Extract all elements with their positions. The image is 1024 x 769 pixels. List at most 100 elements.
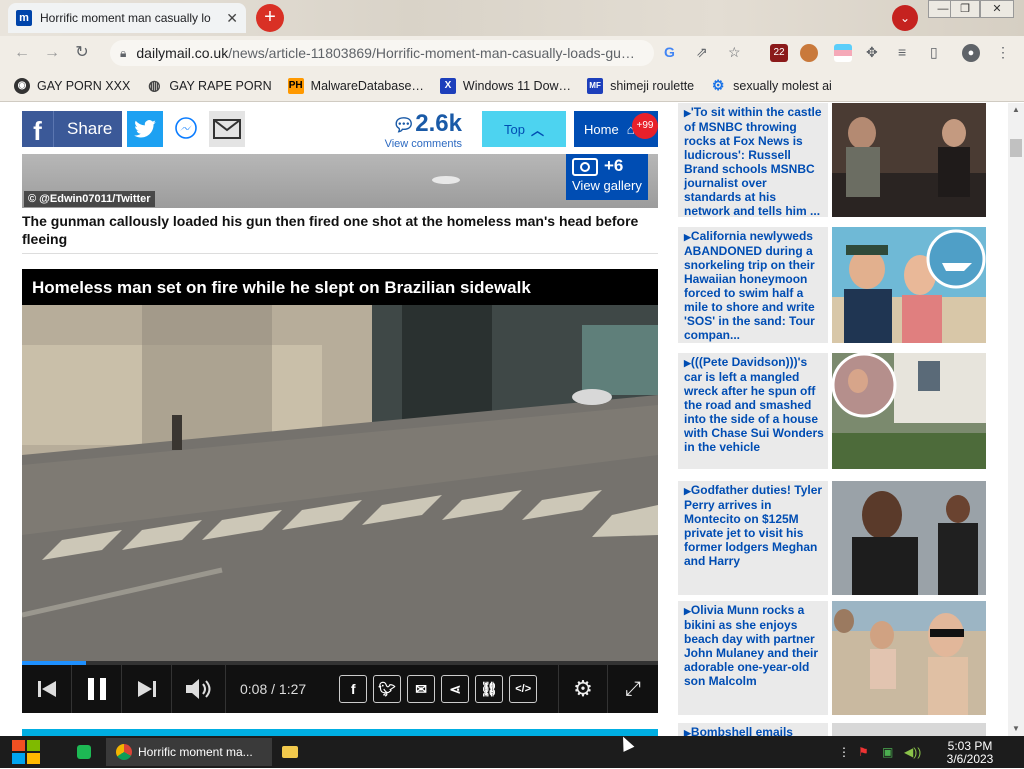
address-bar[interactable]: 🔒︎ dailymail.co.uk /news/article-1180386… xyxy=(110,40,654,66)
browser-tab[interactable]: m Horrific moment man casually lo ✕ xyxy=(8,3,246,33)
taskbar-explorer[interactable] xyxy=(280,738,300,766)
fullscreen-button[interactable]: ⤢ xyxy=(608,665,658,713)
bookmark-item[interactable]: PH MalwareDatabase… xyxy=(287,77,424,94)
camera-icon xyxy=(572,158,598,176)
tab-search-button[interactable]: ⌄ xyxy=(892,5,918,31)
pause-button[interactable] xyxy=(72,665,122,713)
video-link-icon[interactable]: ⛓ xyxy=(475,675,504,703)
facebook-share-button[interactable]: f Share xyxy=(22,111,122,147)
gallery-label: View gallery xyxy=(572,178,642,193)
sidebar-item[interactable]: ▶California newlyweds ABANDONED during a… xyxy=(678,227,988,343)
next-button[interactable] xyxy=(122,665,172,713)
home-badge: +99 xyxy=(632,113,658,139)
fullscreen-icon: ⤢ xyxy=(625,677,641,700)
tab-close-icon[interactable]: ✕ xyxy=(226,10,238,27)
reload-icon[interactable]: ↻ xyxy=(70,41,94,65)
sidebar-item[interactable]: ▶'To sit within the castle of MSNBC thro… xyxy=(678,103,988,218)
restore-button[interactable]: ❐ xyxy=(950,0,980,18)
extensions-puzzle-icon[interactable]: ✥ xyxy=(866,44,878,61)
taskbar-chrome[interactable]: Horrific moment ma... xyxy=(106,738,272,766)
media-control-icon[interactable]: ≡ xyxy=(898,44,906,60)
share-bar: f Share xyxy=(22,111,245,147)
sidebar-item[interactable]: ▶Godfather duties! Tyler Perry arrives i… xyxy=(678,481,988,595)
video-frame[interactable] xyxy=(22,305,658,661)
video-player[interactable]: Homeless man set on fire while he slept … xyxy=(22,269,658,713)
globe-icon: ◍ xyxy=(148,77,161,93)
bookmark-label: Windows 11 Dow… xyxy=(462,78,572,93)
tray-flag-icon[interactable]: ⚑ xyxy=(858,738,869,766)
video-twitter-icon[interactable]: 🐦︎ xyxy=(373,675,402,703)
chrome-icon xyxy=(116,744,132,760)
taskbar-green-app[interactable] xyxy=(72,738,96,766)
page-scrollbar[interactable]: ▲ ▼ xyxy=(1008,103,1024,736)
chrome-taskbar-label: Horrific moment ma... xyxy=(138,745,253,759)
view-comments-label: View comments xyxy=(384,138,462,150)
bookmark-item[interactable]: MF shimeji roulette xyxy=(587,77,694,94)
scroll-up-icon[interactable]: ▲ xyxy=(1008,103,1024,117)
comments-count: 2.6k xyxy=(415,110,462,137)
photo-caption: The gunman callously loaded his gun then… xyxy=(22,213,639,247)
profile-avatar-icon[interactable]: ● xyxy=(962,44,980,62)
video-share-icon[interactable]: ⋖ xyxy=(441,675,470,703)
previous-button[interactable] xyxy=(22,665,72,713)
lock-icon[interactable]: 🔒︎ xyxy=(120,46,126,61)
bookmark-label: GAY RAPE PORN xyxy=(169,78,272,93)
forward-icon[interactable]: → xyxy=(40,41,64,65)
messenger-share-button[interactable] xyxy=(168,111,204,147)
bookmark-label: MalwareDatabase… xyxy=(310,78,424,93)
top-button[interactable]: Top ︿ xyxy=(482,111,566,147)
sidebar-item[interactable]: ▶Bombshell emails xyxy=(678,723,988,736)
share-icon[interactable]: ⇗ xyxy=(696,44,708,61)
sidebar-thumbnail xyxy=(832,103,986,217)
email-share-button[interactable] xyxy=(209,111,245,147)
sidebar-item[interactable]: ▶(((Pete Davidson)))'s car is left a man… xyxy=(678,352,988,469)
sidebar-item-label: 'To sit within the castle of MSNBC throw… xyxy=(684,105,822,218)
extension-flag-icon[interactable] xyxy=(834,44,852,62)
tray-volume-icon[interactable]: ◀)) xyxy=(904,738,921,766)
video-controls: 0:08 / 1:27 f 🐦︎ ✉ ⋖ ⛓ </> ⚙ ⤢ xyxy=(22,665,658,713)
video-share-icons: f 🐦︎ ✉ ⋖ ⛓ </> xyxy=(336,675,540,703)
volume-button[interactable] xyxy=(172,665,226,713)
bookmark-item[interactable]: ◍ GAY RAPE PORN xyxy=(146,77,272,94)
volume-icon xyxy=(185,679,210,699)
sidebar-item-label: Bombshell emails xyxy=(690,725,793,736)
extension-badge-icon[interactable]: 22 xyxy=(770,44,788,62)
view-gallery-button[interactable]: +6 View gallery xyxy=(566,154,648,200)
sidebar-item-label: California newlyweds ABANDONED during a … xyxy=(684,229,815,342)
bookmark-item[interactable]: ◉ GAY PORN XXX xyxy=(14,77,131,94)
video-email-icon[interactable]: ✉ xyxy=(407,675,436,703)
tray-network-icon[interactable]: ▣ xyxy=(882,738,893,766)
scroll-thumb[interactable] xyxy=(1010,139,1022,157)
twitter-share-button[interactable] xyxy=(127,111,163,147)
close-window-button[interactable]: ✕ xyxy=(980,0,1014,18)
back-icon[interactable]: ← xyxy=(10,41,34,65)
sidebar-item[interactable]: ▶Olivia Munn rocks a bikini as she enjoy… xyxy=(678,601,988,715)
clock-date: 3/6/2023 xyxy=(946,752,994,766)
menu-kebab-icon[interactable]: ⋮ xyxy=(996,44,1010,61)
bookmark-label: GAY PORN XXX xyxy=(37,78,131,93)
sidebar-item-text: ▶Olivia Munn rocks a bikini as she enjoy… xyxy=(678,601,828,715)
scroll-down-icon[interactable]: ▼ xyxy=(1008,722,1024,736)
side-panel-icon[interactable]: ▯ xyxy=(930,44,938,61)
taskbar-clock[interactable]: 5:03 PM 3/6/2023 xyxy=(940,738,1000,766)
sidebar-thumbnail xyxy=(832,723,986,736)
bookmark-star-icon[interactable]: ☆ xyxy=(728,44,741,61)
tray-overflow-icon[interactable]: ⋮ xyxy=(838,738,850,766)
extension-avatar-icon[interactable] xyxy=(800,44,818,62)
play-triangle-icon: ▶ xyxy=(684,486,691,496)
play-triangle-icon: ▶ xyxy=(684,108,691,118)
bookmark-item[interactable]: ⚙ sexually molest ai xyxy=(710,77,832,94)
video-time: 0:08 / 1:27 xyxy=(240,681,307,697)
new-tab-button[interactable]: + xyxy=(256,4,284,32)
google-lens-icon[interactable]: G xyxy=(664,44,675,60)
bookmark-item[interactable]: X Windows 11 Dow… xyxy=(439,77,572,94)
x-icon: X xyxy=(439,77,456,94)
comments-link[interactable]: 💬︎2.6k View comments xyxy=(382,110,462,151)
ph-icon: PH xyxy=(287,77,304,94)
video-embed-icon[interactable]: </> xyxy=(509,675,538,703)
folder-icon xyxy=(282,746,298,758)
video-facebook-icon[interactable]: f xyxy=(339,675,368,703)
mf-icon: MF xyxy=(587,77,604,94)
settings-button[interactable]: ⚙ xyxy=(558,665,608,713)
start-button[interactable] xyxy=(10,738,42,766)
